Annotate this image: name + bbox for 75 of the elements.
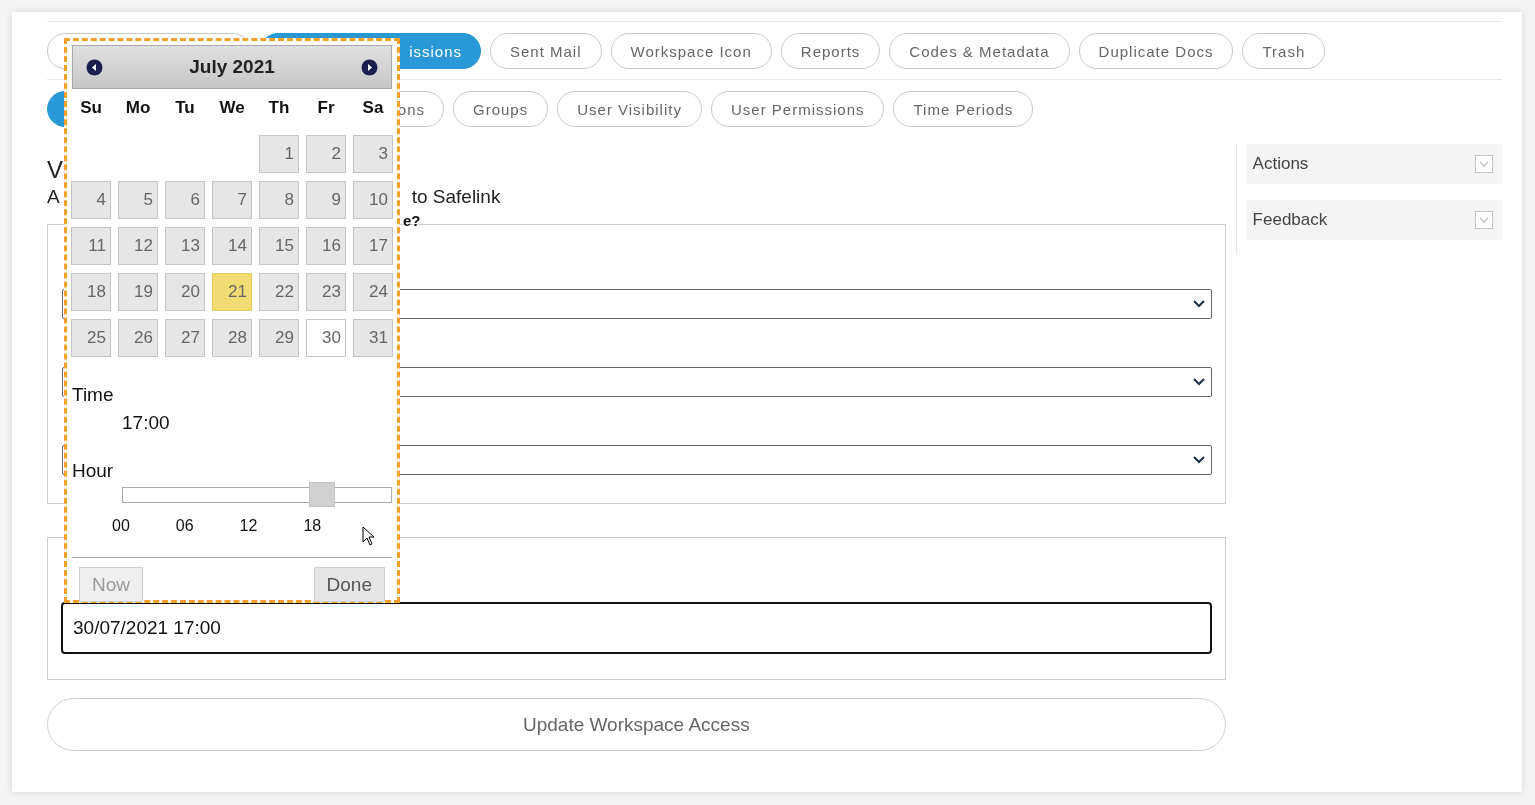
update-button[interactable]: Update Workspace Access [47,698,1226,751]
time-value: 17:00 [122,412,171,434]
previous-month-icon[interactable] [86,58,103,76]
hour-slider[interactable] [122,482,392,507]
tab[interactable]: Time Periods [893,91,1034,127]
sidebar-section[interactable]: Actions [1245,144,1502,184]
cursor-icon [362,526,375,546]
day-cell[interactable]: 18 [71,273,111,311]
day-cell[interactable]: 20 [165,273,205,311]
day-cell[interactable]: 17 [353,227,393,265]
tab[interactable]: Sent Mail [490,33,602,69]
day-cell[interactable]: 9 [306,181,346,219]
day-cell[interactable]: 8 [259,181,299,219]
time-label: Time [72,384,115,406]
weekday-label: Sa [361,97,385,119]
tick-label: 18 [303,517,322,535]
description-text: A [47,186,60,209]
question-label: e? [403,212,421,229]
day-cell[interactable]: 30 [306,319,346,357]
tick-label: 06 [175,517,194,535]
page-heading: V [47,156,63,185]
day-cell[interactable]: 10 [353,181,393,219]
chevron-down-icon [1192,378,1205,386]
day-cell[interactable]: 29 [259,319,299,357]
day-cell[interactable]: 21 [212,273,252,311]
day-cell[interactable]: 31 [353,319,393,357]
day-cell[interactable]: 25 [71,319,111,357]
month-title: July 2021 [189,56,275,78]
day-cell[interactable]: 26 [118,319,158,357]
day-cell[interactable]: 5 [118,181,158,219]
sidebar-section[interactable]: Feedback [1245,200,1502,240]
tab[interactable]: Codes & Metadata [889,33,1070,69]
date-input[interactable]: 30/07/2021 17:00 [61,602,1212,654]
next-month-icon[interactable] [361,58,378,76]
done-button[interactable]: Done [313,567,385,602]
section-title: Actions [1252,154,1309,174]
weekday-label: Su [79,97,103,119]
day-cell[interactable]: 24 [353,273,393,311]
tab[interactable]: Reports [780,33,881,69]
weekday-label: Th [267,97,291,119]
day-cell[interactable]: 11 [71,227,111,265]
day-cell[interactable]: 28 [212,319,252,357]
weekday-label: Fr [316,97,336,119]
day-cell[interactable]: 2 [306,135,346,173]
description-text: to Safelink [411,186,501,209]
tab[interactable]: User Visibility [557,91,702,127]
weekday-label: Mo [124,97,152,119]
day-cell[interactable]: 27 [165,319,205,357]
day-cell[interactable]: 23 [306,273,346,311]
section-title: Feedback [1252,210,1328,230]
hour-label: Hour [72,460,115,482]
day-cell[interactable]: 19 [118,273,158,311]
day-cell[interactable]: 13 [165,227,205,265]
tab[interactable]: User Permissions [710,91,885,127]
slider-handle[interactable] [308,482,335,507]
weekday-label: We [218,97,246,119]
chevron-down-icon [1192,300,1205,308]
day-cell[interactable]: 3 [353,135,393,173]
chevron-down-icon [1192,456,1205,464]
day-cell[interactable]: 7 [212,181,252,219]
day-cell[interactable]: 1 [259,135,299,173]
tick-label: 00 [112,517,130,535]
day-cell[interactable]: 14 [212,227,252,265]
weekday-label: Tu [174,97,196,119]
tick-label: 12 [239,517,258,535]
day-cell[interactable]: 16 [306,227,346,265]
day-cell[interactable]: 4 [71,181,111,219]
tab[interactable]: Workspace Icon [610,33,772,69]
day-cell[interactable]: 12 [118,227,158,265]
tab[interactable]: Trash [1242,33,1326,69]
day-cell[interactable]: 15 [259,227,299,265]
tab[interactable]: Groups [453,91,549,127]
day-cell[interactable]: 22 [259,273,299,311]
day-cell[interactable]: 6 [165,181,205,219]
tab[interactable]: Duplicate Docs [1078,33,1234,69]
